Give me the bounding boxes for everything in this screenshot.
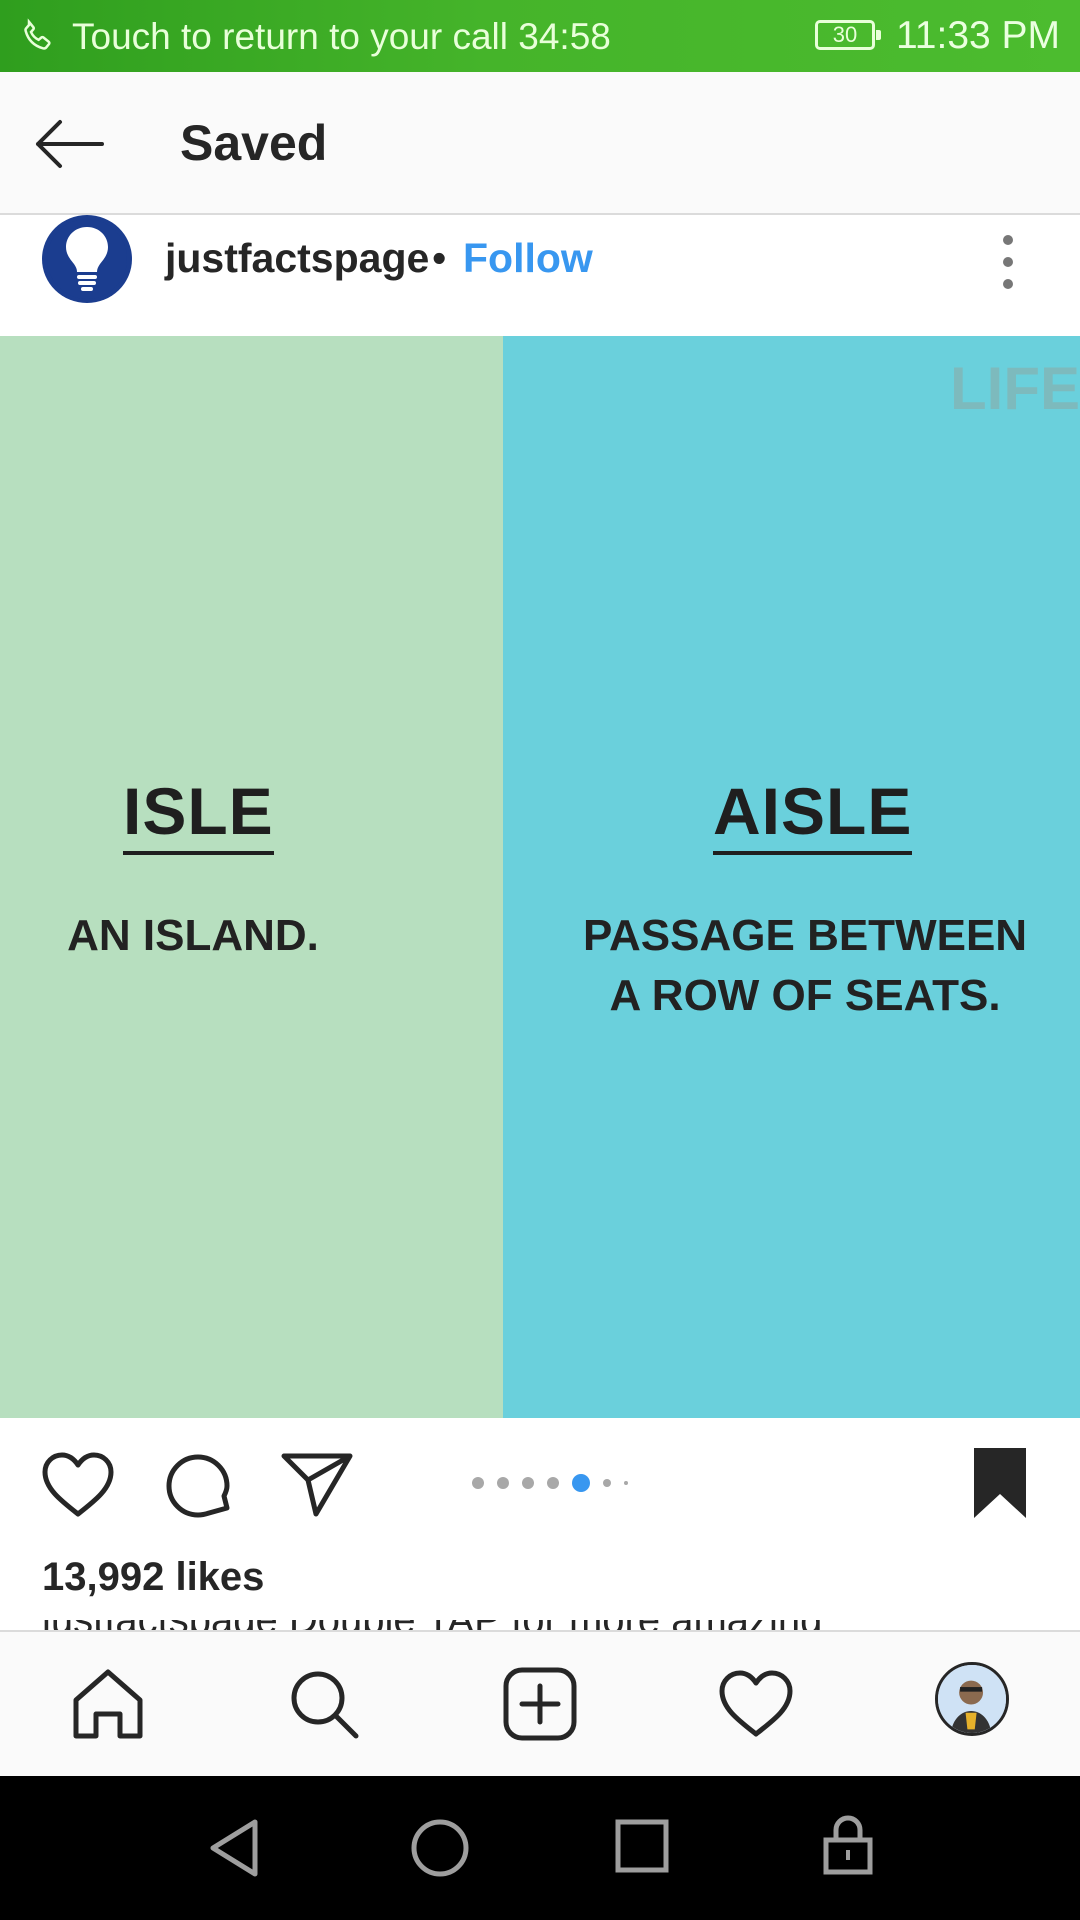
carousel-dot: [522, 1477, 534, 1489]
image-panel-left: [0, 336, 503, 1418]
like-count[interactable]: 13,992 likes: [42, 1555, 264, 1600]
more-vertical-icon[interactable]: [990, 235, 1026, 295]
battery-icon: 30: [815, 20, 881, 50]
profile-avatar-image: [938, 1665, 1006, 1733]
search-icon[interactable]: [284, 1664, 364, 1744]
call-timer: 34:58: [518, 16, 611, 57]
post-header: justfactspage • Follow: [0, 215, 1080, 335]
bookmark-filled-icon[interactable]: [970, 1446, 1030, 1520]
bottom-navigation: [0, 1630, 1080, 1776]
definition-aisle-line1: PASSAGE BETWEEN: [582, 911, 1028, 960]
carousel-dot-active: [572, 1474, 590, 1492]
heart-icon[interactable]: [40, 1450, 116, 1520]
separator-dot: •: [432, 235, 447, 281]
app-header: Saved: [0, 72, 1080, 215]
home-circle-icon[interactable]: [408, 1816, 472, 1880]
carousel-dot: [547, 1477, 559, 1489]
definition-aisle: PASSAGE BETWEEN A ROW OF SEATS.: [560, 906, 1050, 1026]
add-post-icon[interactable]: [500, 1664, 580, 1744]
phone-icon: [24, 18, 51, 50]
definition-aisle-line2: A ROW OF SEATS.: [609, 971, 1001, 1020]
lock-icon[interactable]: [820, 1812, 876, 1878]
word-aisle: AISLE: [713, 773, 912, 855]
back-triangle-icon[interactable]: [205, 1816, 265, 1880]
word-isle: ISLE: [123, 773, 274, 855]
lightbulb-icon: [47, 219, 127, 299]
system-navigation-bar: [0, 1776, 1080, 1920]
author-username[interactable]: justfactspage: [165, 235, 429, 282]
activity-heart-icon[interactable]: [716, 1664, 796, 1744]
clock: 11:33 PM: [896, 14, 1061, 57]
definition-isle: AN ISLAND.: [67, 911, 319, 960]
carousel-dot: [472, 1477, 484, 1489]
call-status-bar[interactable]: Touch to return to your call 34:58 30 11…: [0, 0, 1080, 72]
call-return-text[interactable]: Touch to return to your call 34:58: [72, 16, 611, 58]
carousel-indicator: [472, 1474, 641, 1494]
comment-icon[interactable]: [163, 1450, 235, 1522]
arrow-left-icon[interactable]: [30, 112, 110, 176]
recents-square-icon[interactable]: [612, 1816, 672, 1876]
follow-button[interactable]: Follow: [463, 235, 593, 282]
home-icon[interactable]: [68, 1664, 148, 1744]
carousel-dot: [624, 1481, 628, 1485]
profile-avatar[interactable]: [935, 1662, 1009, 1736]
page-title: Saved: [180, 115, 328, 171]
image-watermark: LIFE: [950, 355, 1080, 422]
carousel-dot: [603, 1479, 611, 1487]
share-icon[interactable]: [280, 1450, 354, 1518]
author-avatar[interactable]: [42, 215, 132, 303]
post-image[interactable]: ISLE AN ISLAND. AISLE PASSAGE BETWEEN A …: [0, 336, 1080, 1418]
image-panel-right: [503, 336, 1080, 1418]
carousel-dot: [497, 1477, 509, 1489]
